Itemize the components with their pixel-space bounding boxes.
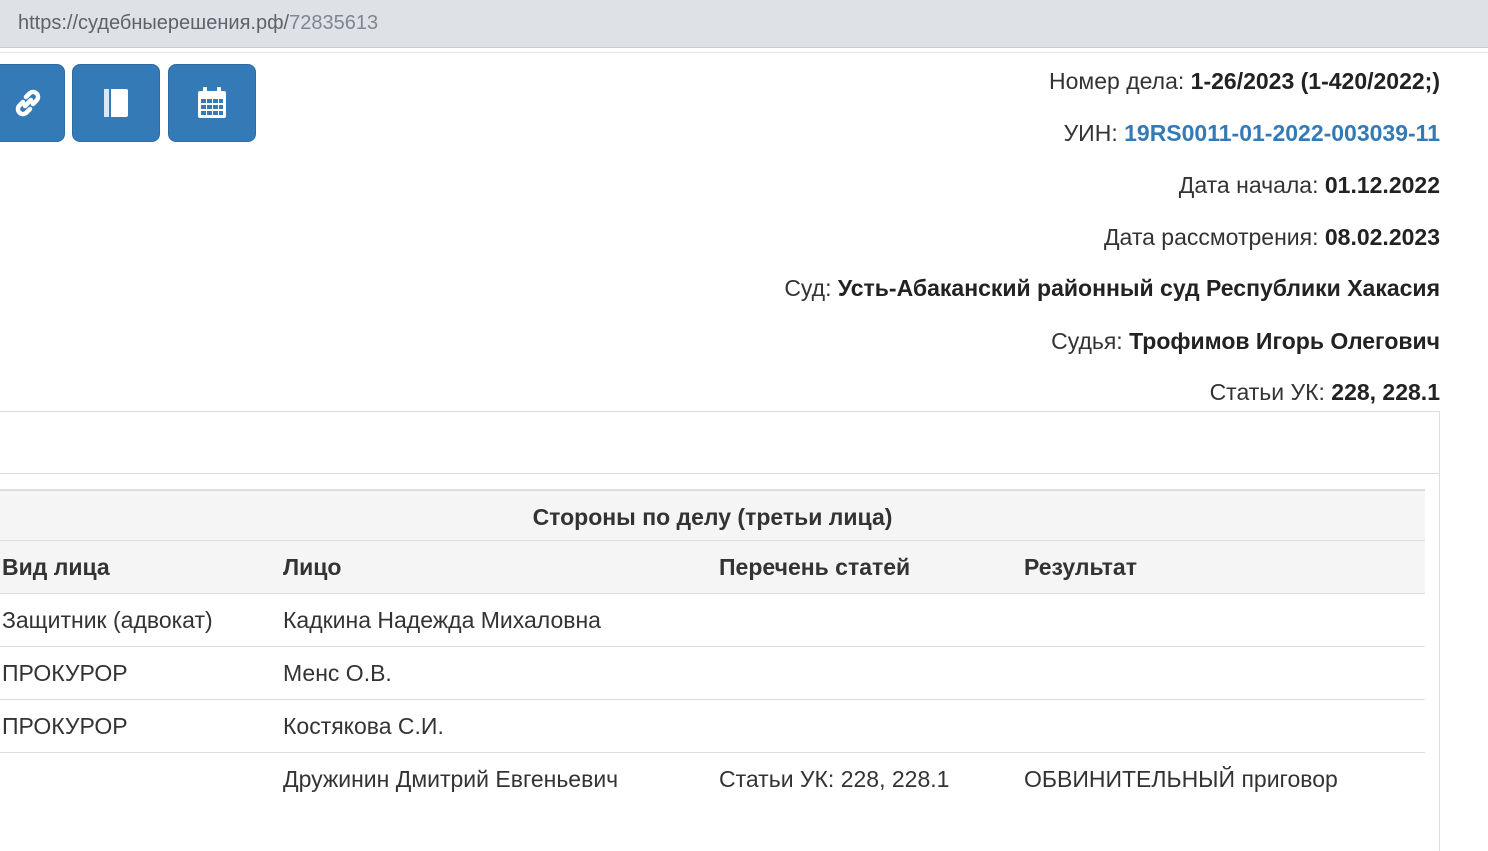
review-date-line: Дата рассмотрения: 08.02.2023 (1104, 224, 1440, 251)
cell-party-type: ПРОКУРОР (2, 660, 128, 686)
header-party-type: Вид лица (2, 554, 110, 580)
book-icon (100, 86, 132, 120)
page-top-border (0, 52, 1488, 53)
cell-person: Дружинин Дмитрий Евгеньевич (283, 766, 619, 792)
review-date-label: Дата рассмотрения: (1103, 224, 1319, 250)
link-button[interactable] (0, 64, 65, 142)
parties-table-caption: Стороны по делу (третьи лица) (0, 489, 1425, 541)
url-host: https://судебныерешения.рф/ (18, 12, 290, 34)
calendar-icon (196, 86, 228, 120)
uin-link[interactable]: 19RS0011-01-2022-003039-11 (1124, 120, 1440, 146)
judge-value: Трофимов Игорь Олегович (1129, 328, 1440, 354)
calendar-button[interactable] (168, 64, 256, 142)
cell-person: Костякова С.И. (283, 713, 444, 739)
url-path: 72835613 (289, 12, 379, 34)
judge-label: Судья: (1051, 328, 1123, 354)
articles-value: 228, 228.1 (1331, 379, 1440, 405)
start-date-line: Дата начала: 01.12.2022 (1179, 172, 1440, 199)
cell-party-type: ПРОКУРОР (2, 713, 128, 739)
court-label: Суд: (784, 275, 832, 301)
start-date-label: Дата начала: (1178, 172, 1319, 198)
articles-line: Статьи УК: 228, 228.1 (1210, 379, 1440, 406)
cell-person: Кадкина Надежда Михаловна (283, 607, 601, 633)
cell-person: Менс О.В. (283, 660, 392, 686)
cell-articles: Статьи УК: 228, 228.1 (719, 766, 950, 792)
start-date-value: 01.12.2022 (1324, 172, 1440, 198)
parties-table: Стороны по делу (третьи лица) Вид лица Л… (0, 489, 1425, 806)
uin-label: УИН: (1063, 120, 1118, 146)
case-number-value: 1-26/2023 (1-420/2022;) (1190, 68, 1440, 94)
uin-line: УИН: 19RS0011-01-2022-003039-11 (1064, 120, 1440, 147)
case-number-line: Номер дела: 1-26/2023 (1-420/2022;) (1049, 68, 1440, 95)
table-row: ПРОКУРОР Костякова С.И. (0, 700, 1425, 753)
header-result: Результат (1024, 554, 1137, 580)
table-row: Дружинин Дмитрий Евгеньевич Статьи УК: 2… (0, 753, 1425, 806)
link-icon (11, 86, 45, 120)
judge-line: Судья: Трофимов Игорь Олегович (1051, 328, 1440, 355)
header-person: Лицо (283, 554, 342, 580)
panel-divider (0, 473, 1440, 474)
table-header-row: Вид лица Лицо Перечень статей Результат (0, 541, 1425, 594)
cell-result: ОБВИНИТЕЛЬНЫЙ приговор (1024, 766, 1338, 792)
review-date-value: 08.02.2023 (1324, 224, 1440, 250)
book-button[interactable] (72, 64, 160, 142)
court-value: Усть-Абаканский районный суд Республики … (837, 275, 1440, 301)
court-line: Суд: Усть-Абаканский районный суд Респуб… (784, 275, 1440, 302)
url-text[interactable]: https://судебныерешения.рф/72835613 (18, 12, 378, 35)
case-number-label: Номер дела: (1049, 68, 1185, 94)
table-row: ПРОКУРОР Менс О.В. (0, 647, 1425, 700)
header-articles: Перечень статей (719, 554, 911, 580)
browser-address-bar[interactable]: https://судебныерешения.рф/72835613 (0, 0, 1488, 48)
cell-party-type: Защитник (адвокат) (2, 607, 213, 633)
table-row: Защитник (адвокат) Кадкина Надежда Михал… (0, 594, 1425, 647)
articles-label: Статьи УК: (1209, 379, 1325, 405)
